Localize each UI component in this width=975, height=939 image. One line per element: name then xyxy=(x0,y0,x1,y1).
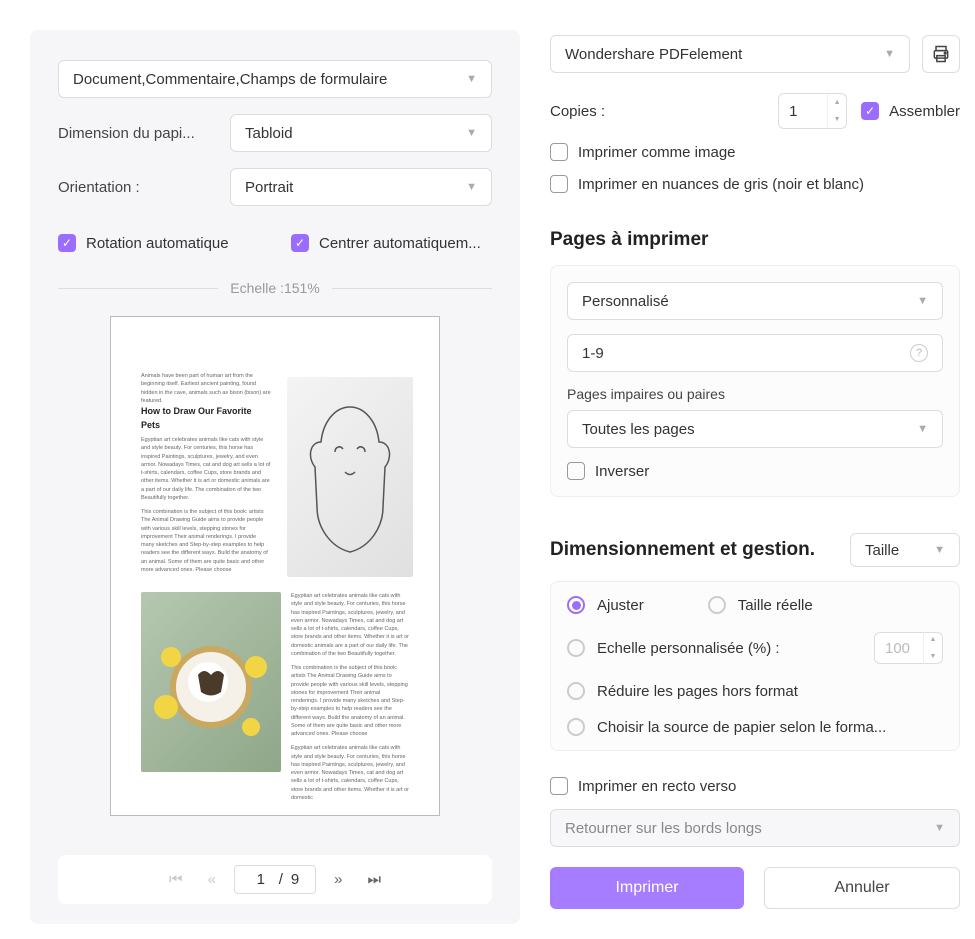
preview-image-flowers xyxy=(141,592,281,772)
choose-source-radio[interactable] xyxy=(567,718,585,736)
orientation-select[interactable]: Portrait ▼ xyxy=(230,168,492,206)
spinner-up-icon[interactable]: ▲ xyxy=(828,94,846,111)
preview-panel: Document,Commentaire,Champs de formulair… xyxy=(30,30,520,924)
cancel-button[interactable]: Annuler xyxy=(764,867,960,909)
chevron-down-icon: ▼ xyxy=(466,73,477,85)
grayscale-label: Imprimer en nuances de gris (noir et bla… xyxy=(578,176,864,193)
dimension-section-title: Dimensionnement et gestion. xyxy=(550,539,815,561)
preview-image-dog xyxy=(287,377,413,577)
preview-text: This combination is the subject of this … xyxy=(291,664,409,738)
scaling-radio-group: Ajuster Taille réelle Echelle personnali… xyxy=(550,581,960,751)
duplex-checkbox[interactable] xyxy=(550,777,568,795)
page-sep: / xyxy=(279,871,283,888)
preview-text: This combination is the subject of this … xyxy=(141,508,271,574)
printer-properties-button[interactable] xyxy=(922,35,960,73)
print-as-image-checkbox[interactable] xyxy=(550,143,568,161)
copies-input[interactable] xyxy=(779,103,827,120)
page-preview: Animals have been part of human art from… xyxy=(110,316,440,816)
paper-size-label: Dimension du papi... xyxy=(58,125,218,142)
choose-source-label: Choisir la source de papier selon le for… xyxy=(597,719,886,736)
chevron-down-icon: ▼ xyxy=(934,822,945,834)
print-button[interactable]: Imprimer xyxy=(550,867,744,909)
printer-select[interactable]: Wondershare PDFelement ▼ xyxy=(550,35,910,73)
first-page-icon[interactable]: ⏮ xyxy=(162,866,190,894)
cancel-button-label: Annuler xyxy=(834,879,889,897)
page-range-field[interactable]: ? xyxy=(567,334,943,372)
printer-icon xyxy=(931,44,951,64)
page-input[interactable] xyxy=(251,871,271,888)
page-indicator: / 9 xyxy=(234,865,317,894)
pages-section: Personnalisé ▼ ? Pages impaires ou paire… xyxy=(550,265,960,497)
page-range-input[interactable] xyxy=(582,345,910,362)
preview-heading: How to Draw Our Favorite Pets xyxy=(141,405,271,432)
chevron-down-icon: ▼ xyxy=(917,423,928,435)
spinner-up-icon[interactable]: ▲ xyxy=(924,631,942,648)
auto-rotate-label: Rotation automatique xyxy=(86,235,229,252)
dimension-mode-value: Taille xyxy=(865,542,926,559)
flip-value: Retourner sur les bords longs xyxy=(565,820,926,837)
orientation-label: Orientation : xyxy=(58,179,218,196)
fit-label: Ajuster xyxy=(597,597,644,614)
actual-size-radio[interactable] xyxy=(708,596,726,614)
paper-size-select[interactable]: Tabloid ▼ xyxy=(230,114,492,152)
spinner-down-icon[interactable]: ▼ xyxy=(828,111,846,128)
auto-center-label: Centrer automatiquem... xyxy=(319,235,481,252)
prev-page-icon[interactable]: « xyxy=(198,866,226,894)
chevron-down-icon: ▼ xyxy=(466,127,477,139)
custom-scale-label: Echelle personnalisée (%) : xyxy=(597,640,780,657)
settings-panel: Wondershare PDFelement ▼ Copies : ▲ ▼ ✓ … xyxy=(550,30,960,924)
actual-size-label: Taille réelle xyxy=(738,597,813,614)
scale-label: Echelle :151% xyxy=(218,280,332,296)
printer-value: Wondershare PDFelement xyxy=(565,46,876,63)
fit-radio[interactable] xyxy=(567,596,585,614)
duplex-label: Imprimer en recto verso xyxy=(578,778,736,795)
preview-text: Egyptian art celebrates animals like cat… xyxy=(291,744,409,802)
reverse-checkbox[interactable] xyxy=(567,462,585,480)
print-button-label: Imprimer xyxy=(615,879,678,897)
pages-section-title: Pages à imprimer xyxy=(550,229,960,251)
flip-select[interactable]: Retourner sur les bords longs ▼ xyxy=(550,809,960,847)
paper-size-value: Tabloid xyxy=(245,125,458,142)
chevron-down-icon: ▼ xyxy=(884,48,895,60)
help-icon[interactable]: ? xyxy=(910,344,928,362)
spinner-down-icon[interactable]: ▼ xyxy=(924,648,942,665)
copies-spinner[interactable]: ▲ ▼ xyxy=(778,93,847,129)
odd-even-select[interactable]: Toutes les pages ▼ xyxy=(567,410,943,448)
odd-even-label: Pages impaires ou paires xyxy=(567,386,943,402)
pages-mode-value: Personnalisé xyxy=(582,293,909,310)
shrink-radio[interactable] xyxy=(567,682,585,700)
dimension-mode-select[interactable]: Taille ▼ xyxy=(850,533,960,567)
next-page-icon[interactable]: » xyxy=(324,866,352,894)
chevron-down-icon: ▼ xyxy=(917,295,928,307)
preview-text: Egyptian art celebrates animals like cat… xyxy=(141,436,271,502)
custom-scale-radio[interactable] xyxy=(567,639,585,657)
preview-text: Animals have been part of human art from… xyxy=(141,372,271,405)
assemble-checkbox[interactable]: ✓ xyxy=(861,102,879,120)
content-select[interactable]: Document,Commentaire,Champs de formulair… xyxy=(58,60,492,98)
grayscale-checkbox[interactable] xyxy=(550,175,568,193)
copies-label: Copies : xyxy=(550,103,605,120)
page-total: 9 xyxy=(291,871,299,888)
shrink-label: Réduire les pages hors format xyxy=(597,683,798,700)
reverse-label: Inverser xyxy=(595,463,649,480)
auto-rotate-checkbox[interactable]: ✓ xyxy=(58,234,76,252)
preview-text: Egyptian art celebrates animals like cat… xyxy=(291,592,409,658)
custom-scale-spinner[interactable]: ▲ ▼ xyxy=(874,632,943,664)
odd-even-value: Toutes les pages xyxy=(582,421,909,438)
print-as-image-label: Imprimer comme image xyxy=(578,144,736,161)
pages-mode-select[interactable]: Personnalisé ▼ xyxy=(567,282,943,320)
chevron-down-icon: ▼ xyxy=(934,544,945,556)
last-page-icon[interactable]: ⏭ xyxy=(360,866,388,894)
orientation-value: Portrait xyxy=(245,179,458,196)
content-select-label: Document,Commentaire,Champs de formulair… xyxy=(73,71,458,88)
auto-center-checkbox[interactable]: ✓ xyxy=(291,234,309,252)
custom-scale-input[interactable] xyxy=(875,640,923,657)
pager: ⏮ « / 9 » ⏭ xyxy=(58,855,492,904)
chevron-down-icon: ▼ xyxy=(466,181,477,193)
assemble-label: Assembler xyxy=(889,103,960,120)
